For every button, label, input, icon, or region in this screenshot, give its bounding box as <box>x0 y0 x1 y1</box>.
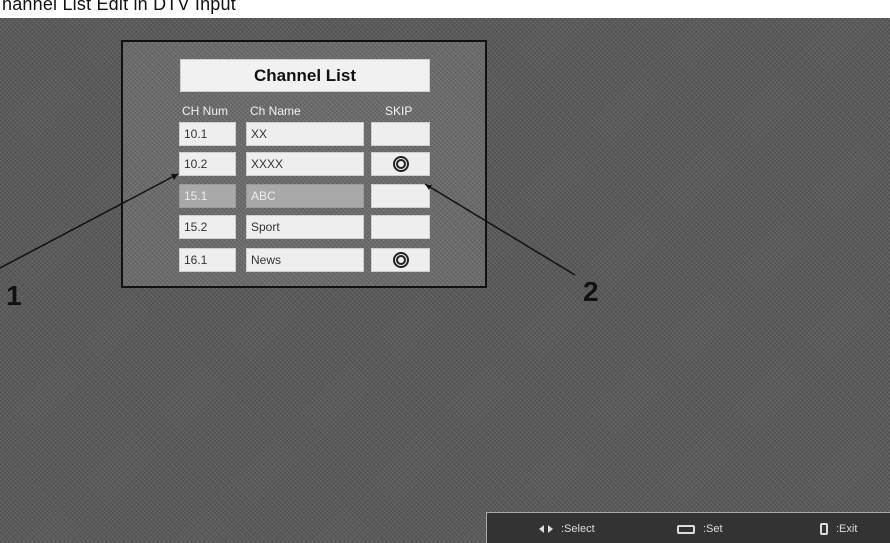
help-exit-label: :Exit <box>836 523 858 535</box>
remote-exit-icon <box>820 523 828 535</box>
help-select-label: :Select <box>561 523 595 535</box>
help-exit: :Exit <box>820 523 857 535</box>
callout-leader-lines <box>0 173 576 276</box>
left-right-arrow-icon <box>539 524 553 534</box>
callout-2: 2 <box>583 276 599 307</box>
help-set: :Set <box>677 523 723 535</box>
callout-1: 1 <box>6 280 22 311</box>
help-set-label: :Set <box>703 523 723 535</box>
enter-icon <box>677 524 695 534</box>
help-select: :Select <box>539 523 595 535</box>
help-bar: :Select :Set :Exit <box>486 512 890 543</box>
